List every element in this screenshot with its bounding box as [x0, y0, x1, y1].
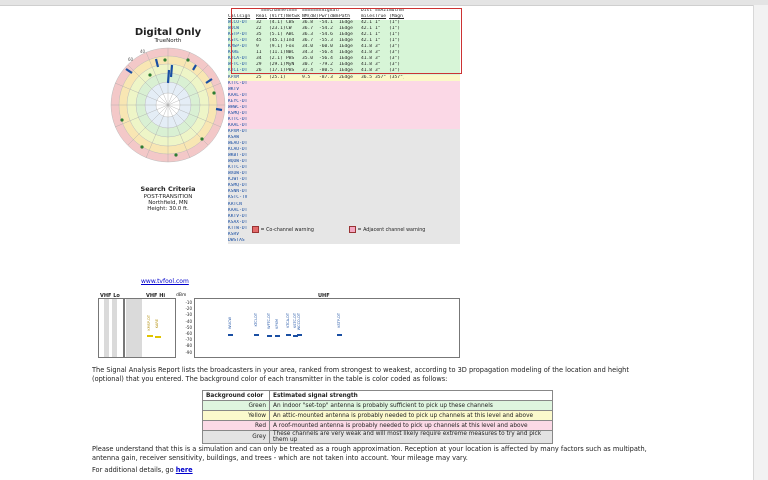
row-true	[375, 238, 389, 244]
details-prefix: For additional details, go	[92, 466, 176, 474]
report-description: The Signal Analysis Report lists the bro…	[92, 366, 629, 383]
svg-text:60: 60	[128, 57, 134, 62]
uhf-station-label: KPXM	[275, 319, 279, 329]
uhf-mark	[275, 335, 280, 337]
co-channel-legend: = Co-channel warning	[252, 226, 314, 233]
uhf-mark	[228, 334, 233, 336]
table-row: DWSTAS	[228, 237, 460, 244]
uhf-mark	[267, 335, 272, 337]
strength-text: These channels are very weak and will mo…	[269, 430, 553, 444]
browser-top-strip	[0, 0, 768, 6]
strength-text: An attic-mounted antenna is probably nee…	[269, 410, 553, 421]
criteria-line-3: Height: 30.0 ft.	[147, 206, 189, 212]
row-miles	[361, 238, 375, 244]
adjacent-channel-legend: = Adjacent channel warning	[349, 226, 425, 233]
uhf-station-label: KSTP-DT	[337, 313, 341, 328]
strength-row-green: Green An indoor "set-top" antenna is pro…	[202, 400, 553, 411]
north-label: TrueNorth	[154, 38, 182, 44]
uhf-station-label: WCCO-DT	[297, 313, 301, 331]
disclaimer-text: Please understand that this is a simulat…	[92, 445, 647, 462]
strength-header-text: Estimated signal strength	[269, 390, 553, 401]
strength-label: Yellow	[202, 410, 270, 421]
signal-strength-table: Background color Estimated signal streng…	[202, 390, 553, 444]
strength-text: A roof-mounted antenna is probably neede…	[269, 420, 553, 431]
uhf-station-label: KTCI-DT	[254, 313, 258, 327]
vhf-station-mark-2	[155, 336, 161, 338]
adjacent-channel-label: = Adjacent channel warning	[357, 228, 426, 233]
page-title: Digital Only	[134, 27, 202, 38]
strength-header-color: Background color	[202, 390, 270, 401]
row-path	[339, 238, 361, 244]
vhf-station-label-2: KARE	[155, 319, 159, 329]
uhf-panel: WUCW KTCI-DT WFTC-DT KPXM KTCA-DT KSTC-D…	[194, 298, 460, 358]
y-axis-ticks: -10 -20 -30 -40 -50 -60 -70 -80 -90	[176, 300, 192, 356]
vhf-station-label-1: KMSP-DT	[147, 315, 151, 331]
selection-highlight	[231, 8, 462, 74]
strength-row-red: Red A roof-mounted antenna is probably n…	[202, 420, 553, 431]
strength-label: Green	[202, 400, 270, 411]
strength-label: Red	[202, 420, 270, 431]
search-criteria-title: Search Criteria	[140, 185, 196, 193]
strength-header-row: Background color Estimated signal streng…	[202, 390, 553, 401]
row-pwr	[319, 238, 339, 244]
tvfool-link[interactable]: www.tvfool.com	[141, 278, 189, 285]
radar-plot: 60 40	[110, 47, 226, 163]
details-line: For additional details, go here	[92, 466, 193, 475]
vhf-station-mark-1	[147, 335, 153, 337]
uhf-station-label: KTCA-DT	[286, 313, 290, 328]
vhf-lo-panel	[98, 298, 124, 358]
strength-row-grey: Grey These channels are very weak and wi…	[202, 430, 553, 444]
strength-label: Grey	[202, 430, 270, 444]
row-real	[256, 238, 269, 244]
scrollbar[interactable]	[753, 5, 768, 480]
row-virt	[269, 238, 286, 244]
strength-row-yellow: Yellow An attic-mounted antenna is proba…	[202, 410, 553, 421]
ytick: -90	[185, 349, 192, 355]
uhf-station-label: WFTC-DT	[267, 313, 271, 329]
co-channel-label: = Co-channel warning	[260, 228, 314, 233]
row-callsign: DWSTAS	[228, 237, 245, 243]
details-here-link[interactable]: here	[176, 466, 193, 474]
uhf-station-label: WUCW	[228, 317, 232, 329]
unit-label: dBm	[176, 293, 187, 298]
svg-text:40: 40	[140, 49, 146, 54]
co-channel-swatch	[252, 226, 259, 233]
uhf-mark	[286, 334, 291, 336]
row-magn	[389, 238, 404, 244]
strength-text: An indoor "set-top" antenna is probably …	[269, 400, 553, 411]
uhf-mark	[337, 334, 342, 336]
uhf-mark	[254, 334, 259, 336]
vhf-hi-panel: KMSP-DT KARE	[124, 298, 176, 358]
uhf-mark	[297, 334, 302, 336]
adjacent-channel-swatch	[349, 226, 356, 233]
row-nm	[302, 238, 319, 244]
row-netwk	[286, 238, 302, 244]
